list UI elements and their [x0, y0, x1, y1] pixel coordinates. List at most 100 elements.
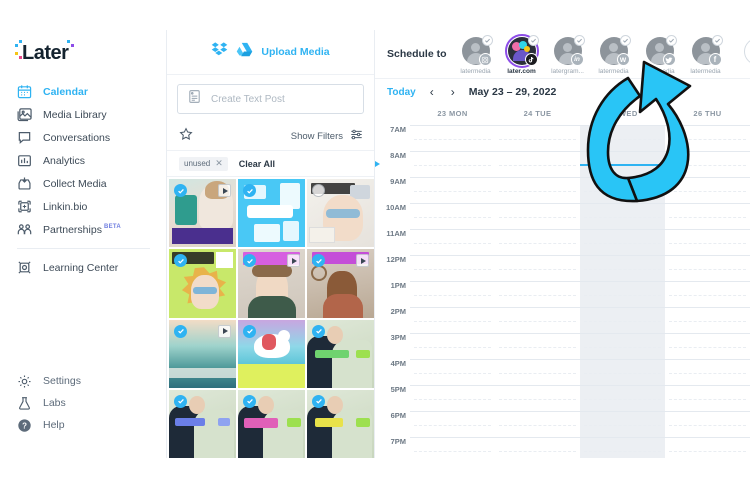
star-icon[interactable]	[179, 127, 193, 146]
calendar-slot[interactable]	[410, 203, 495, 229]
clear-all-button[interactable]: Clear All	[239, 159, 275, 169]
media-tile[interactable]	[238, 249, 305, 318]
calendar-slot[interactable]	[665, 125, 750, 151]
upload-media-button[interactable]: Upload Media	[261, 46, 329, 58]
calendar-slot[interactable]	[410, 255, 495, 281]
calendar-slot[interactable]	[495, 281, 580, 307]
sidebar-item-labs[interactable]: Labs	[0, 392, 166, 414]
media-tile[interactable]	[169, 389, 236, 458]
calendar-slot[interactable]	[410, 385, 495, 411]
account-latermedia-instagram[interactable]: latermedia	[455, 35, 497, 75]
calendar-slot[interactable]	[665, 255, 750, 281]
sidebar-item-help[interactable]: ? Help	[0, 414, 166, 436]
day-header[interactable]: 25 WED	[580, 105, 665, 125]
media-tile-checkbox[interactable]	[243, 184, 256, 197]
media-tile-checkbox[interactable]	[312, 184, 325, 197]
calendar-slot[interactable]	[665, 281, 750, 307]
media-tile-checkbox[interactable]	[174, 394, 187, 408]
sidebar-item-analytics[interactable]: Analytics	[0, 149, 166, 172]
next-week-button[interactable]: ›	[448, 85, 458, 99]
calendar-slot[interactable]	[495, 229, 580, 255]
sidebar-item-linkin-bio[interactable]: Linkin.bio	[0, 195, 166, 218]
google-drive-icon[interactable]	[236, 41, 253, 63]
account-latermedia-twitter[interactable]: latermedia	[639, 35, 681, 75]
calendar-slot[interactable]	[580, 125, 665, 151]
calendar-slot[interactable]	[495, 411, 580, 437]
calendar-slot[interactable]	[495, 255, 580, 281]
media-tile[interactable]	[307, 249, 374, 318]
sidebar-item-calendar[interactable]: Calendar	[0, 80, 166, 103]
day-header[interactable]: 26 THU	[665, 105, 750, 125]
close-icon[interactable]: ✕	[215, 158, 223, 169]
calendar-slot[interactable]	[495, 385, 580, 411]
calendar-slot[interactable]	[495, 307, 580, 333]
calendar-slot[interactable]	[495, 359, 580, 385]
media-tile[interactable]	[169, 249, 236, 318]
add-account-button[interactable]: +	[743, 38, 750, 65]
calendar-slot[interactable]	[495, 333, 580, 359]
sidebar-item-partnerships[interactable]: Partnerships BETA	[0, 218, 166, 241]
media-tile[interactable]	[307, 179, 374, 248]
calendar-slot[interactable]	[580, 359, 665, 385]
calendar-slot[interactable]	[665, 411, 750, 437]
show-filters-button[interactable]: Show Filters	[291, 128, 363, 146]
calendar-slot[interactable]	[665, 385, 750, 411]
sidebar-item-settings[interactable]: Settings	[0, 370, 166, 392]
calendar-slot[interactable]	[665, 177, 750, 203]
calendar-slot[interactable]	[410, 411, 495, 437]
calendar-slot[interactable]	[580, 307, 665, 333]
day-header[interactable]: 24 TUE	[495, 105, 580, 125]
calendar-slot[interactable]	[495, 437, 580, 458]
media-tile[interactable]	[169, 319, 236, 388]
media-tile-checkbox[interactable]	[174, 184, 187, 197]
media-tile-checkbox[interactable]	[174, 254, 187, 268]
calendar-slot[interactable]	[410, 307, 495, 333]
media-tile[interactable]	[169, 179, 236, 248]
calendar-slot[interactable]	[580, 411, 665, 437]
today-button[interactable]: Today	[387, 87, 416, 98]
calendar-slot[interactable]	[665, 437, 750, 458]
media-tile-checkbox[interactable]	[243, 324, 256, 338]
calendar-slot[interactable]	[665, 359, 750, 385]
media-tile[interactable]	[238, 179, 305, 248]
dropbox-icon[interactable]	[211, 41, 228, 63]
sidebar-item-media-library[interactable]: Media Library	[0, 103, 166, 126]
calendar-slot[interactable]	[410, 281, 495, 307]
calendar-slot[interactable]	[410, 125, 495, 151]
calendar-slot[interactable]	[410, 177, 495, 203]
media-tile[interactable]	[238, 389, 305, 458]
calendar-slot[interactable]	[580, 203, 665, 229]
calendar-slot[interactable]	[580, 229, 665, 255]
calendar-slot[interactable]	[495, 177, 580, 203]
sidebar-item-learning-center[interactable]: Learning Center	[0, 256, 166, 279]
media-tile-checkbox[interactable]	[174, 324, 187, 338]
calendar-slot[interactable]	[665, 333, 750, 359]
account-latercom-tiktok[interactable]: later.com	[501, 34, 543, 75]
account-latermedia-facebook[interactable]: f latermedia	[685, 35, 727, 75]
media-tile-checkbox[interactable]	[243, 394, 256, 408]
calendar-slot[interactable]	[580, 437, 665, 458]
calendar-slot[interactable]	[410, 437, 495, 458]
sidebar-item-collect-media[interactable]: Collect Media	[0, 172, 166, 195]
calendar-slot[interactable]	[580, 333, 665, 359]
calendar-slot[interactable]	[410, 229, 495, 255]
media-tile[interactable]	[238, 319, 305, 388]
calendar-slot[interactable]	[580, 281, 665, 307]
calendar-slot[interactable]	[410, 333, 495, 359]
calendar-slot[interactable]	[495, 203, 580, 229]
media-tile[interactable]	[307, 389, 374, 458]
day-header[interactable]: 23 MON	[410, 105, 495, 125]
calendar-slot[interactable]	[665, 203, 750, 229]
calendar-slot[interactable]	[580, 177, 665, 203]
calendar-slot[interactable]	[665, 151, 750, 177]
account-latermedia-pinterest[interactable]: w latermedia	[593, 35, 635, 75]
calendar-slot[interactable]	[665, 307, 750, 333]
media-tile-checkbox[interactable]	[312, 324, 325, 338]
create-text-post-input[interactable]: Create Text Post	[177, 84, 364, 114]
calendar-slot[interactable]	[580, 385, 665, 411]
media-tile[interactable]	[307, 319, 374, 388]
media-tile-checkbox[interactable]	[312, 394, 325, 408]
calendar-slot[interactable]	[495, 125, 580, 151]
sidebar-item-conversations[interactable]: Conversations	[0, 126, 166, 149]
account-latergram-linkedin[interactable]: in latergram...	[547, 35, 589, 75]
